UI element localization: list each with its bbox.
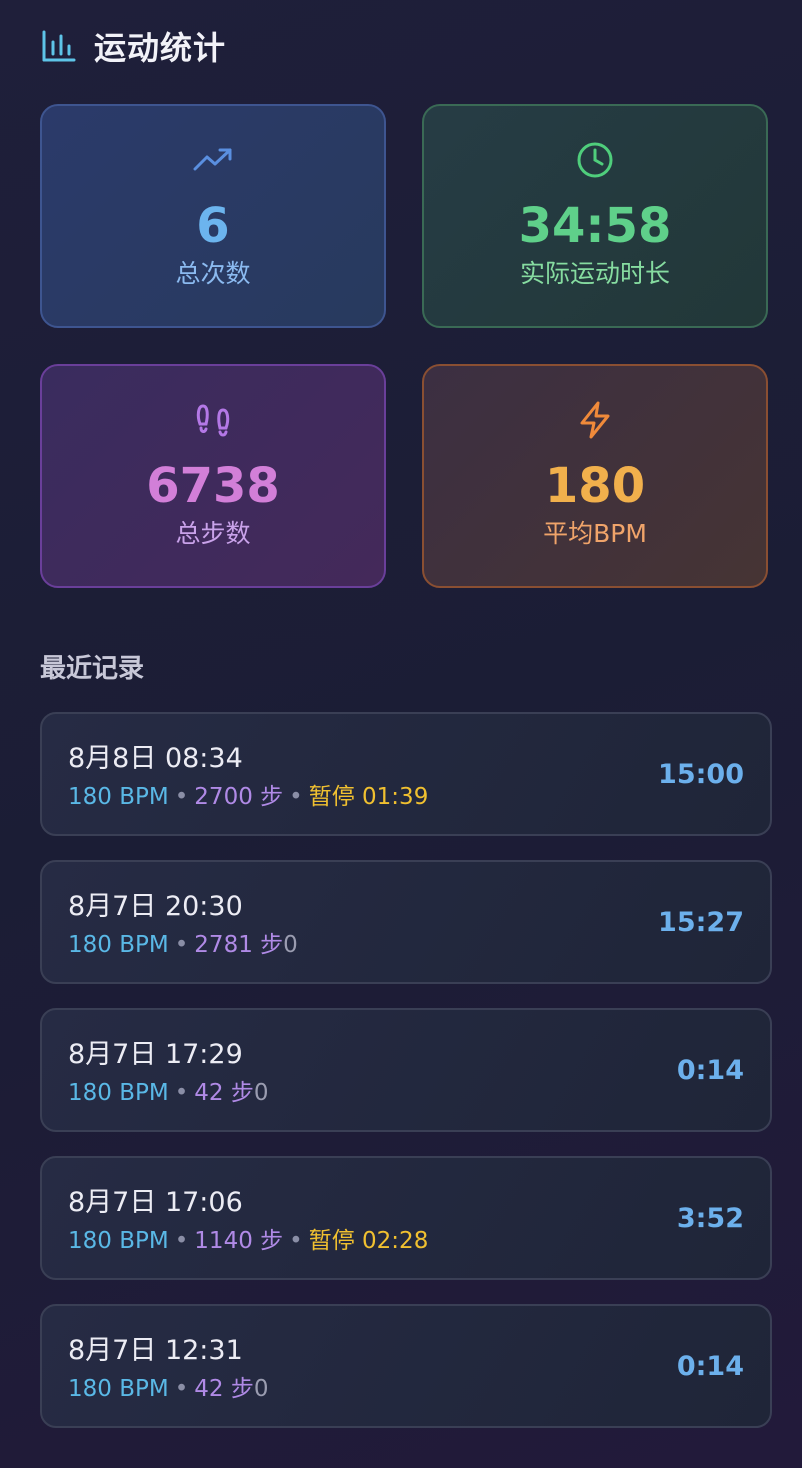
record-meta: 180 BPM • 2781 步0 (68, 930, 298, 960)
record-duration: 0:14 (676, 1055, 744, 1086)
record-duration: 3:52 (676, 1203, 744, 1234)
record-pause: 暂停 01:39 (308, 784, 429, 810)
record-item[interactable]: 8月7日 17:29 180 BPM • 42 步0 0:14 (40, 1008, 772, 1132)
record-steps: 2781 步 (194, 932, 284, 958)
separator-dot: • (174, 1080, 189, 1106)
record-bpm: 180 BPM (68, 1228, 169, 1254)
page-title: 运动统计 (94, 29, 227, 67)
record-item[interactable]: 8月7日 17:06 180 BPM • 1140 步 • 暂停 02:28 3:52 (40, 1156, 772, 1280)
record-date: 8月7日 17:29 (68, 1039, 243, 1070)
separator-dot: • (174, 932, 189, 958)
footprints-icon (193, 400, 233, 440)
record-date: 8月8日 08:34 (68, 743, 243, 774)
record-duration: 0:14 (676, 1351, 744, 1382)
record-item[interactable]: 8月7日 20:30 180 BPM • 2781 步0 15:27 (40, 860, 772, 984)
clock-icon (575, 140, 615, 180)
stat-card-avg-bpm: 180 平均BPM (422, 364, 768, 588)
record-bpm: 180 BPM (68, 1376, 169, 1402)
separator-dot: • (289, 1228, 303, 1254)
separator-dot: • (174, 1376, 189, 1402)
record-pause: 暂停 02:28 (308, 1228, 429, 1254)
stat-card-duration: 34:58 实际运动时长 (422, 104, 768, 328)
bar-chart-icon (40, 28, 76, 64)
record-steps: 42 步 (194, 1080, 254, 1106)
separator-dot: • (174, 1228, 189, 1254)
record-meta: 180 BPM • 2700 步 • 暂停 01:39 (68, 782, 428, 812)
lightning-icon (577, 400, 613, 440)
recent-records-title: 最近记录 (40, 654, 145, 684)
record-duration: 15:00 (658, 759, 744, 790)
stat-value: 6738 (146, 458, 280, 514)
stat-label: 总步数 (175, 519, 251, 548)
separator-dot: • (174, 784, 189, 810)
record-duration: 15:27 (658, 907, 744, 938)
record-steps: 1140 步 (194, 1228, 284, 1254)
stat-value: 6 (196, 198, 230, 254)
record-item[interactable]: 8月8日 08:34 180 BPM • 2700 步 • 暂停 01:39 15:00 (40, 712, 772, 836)
stat-card-total-count: 6 总次数 (40, 104, 386, 328)
record-meta: 180 BPM • 42 步0 (68, 1374, 269, 1404)
record-date: 8月7日 20:30 (68, 891, 243, 922)
record-bpm: 180 BPM (68, 932, 169, 958)
stat-card-total-steps: 6738 总步数 (40, 364, 386, 588)
record-extra: 0 (253, 1080, 269, 1106)
stat-value: 180 (544, 458, 646, 514)
record-date: 8月7日 12:31 (68, 1335, 243, 1366)
record-extra: 0 (253, 1376, 269, 1402)
record-bpm: 180 BPM (68, 784, 169, 810)
record-item[interactable]: 8月7日 12:31 180 BPM • 42 步0 0:14 (40, 1304, 772, 1428)
record-meta: 180 BPM • 42 步0 (68, 1078, 269, 1108)
record-bpm: 180 BPM (68, 1080, 169, 1106)
record-extra: 0 (283, 932, 298, 958)
record-steps: 2700 步 (194, 784, 284, 810)
page-header: 运动统计 (40, 24, 226, 68)
trending-up-icon (193, 140, 233, 180)
separator-dot: • (289, 784, 303, 810)
record-steps: 42 步 (194, 1376, 254, 1402)
stat-value: 34:58 (518, 198, 672, 254)
record-date: 8月7日 17:06 (68, 1187, 243, 1218)
stat-label: 平均BPM (543, 519, 647, 548)
stat-label: 总次数 (175, 259, 251, 288)
record-meta: 180 BPM • 1140 步 • 暂停 02:28 (68, 1226, 428, 1256)
stat-label: 实际运动时长 (519, 259, 670, 288)
